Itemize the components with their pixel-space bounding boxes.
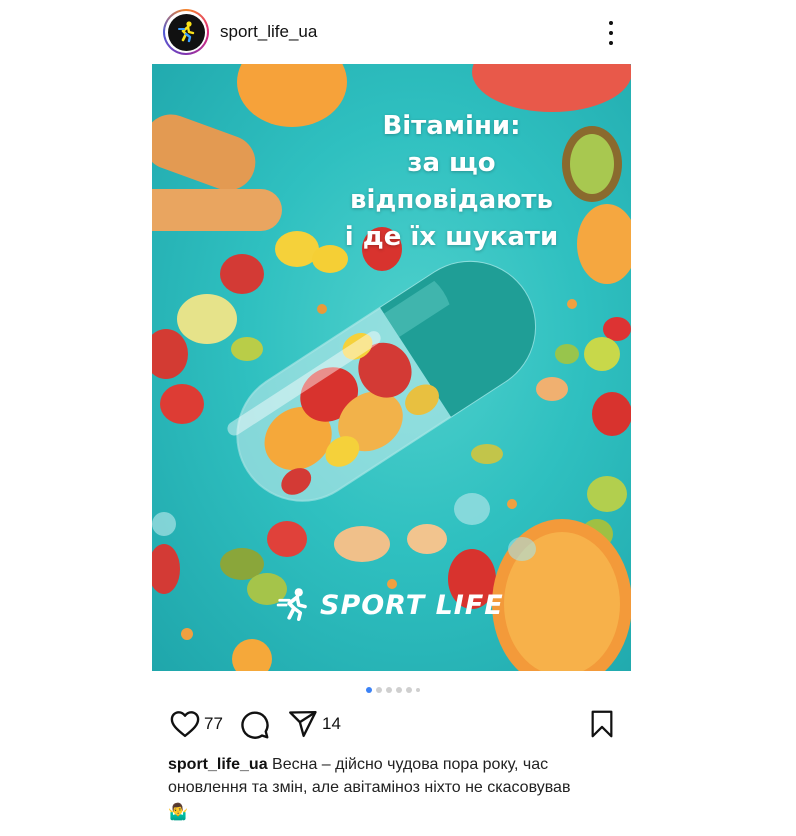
post-username[interactable]: sport_life_ua [220,22,317,42]
like-button[interactable]: 77 [170,710,223,738]
heart-icon [170,711,200,738]
comment-button[interactable] [240,710,270,740]
share-button[interactable]: 14 [288,710,341,738]
bookmark-icon [591,710,613,738]
send-icon [289,710,317,738]
runner-logo-icon [276,588,307,621]
comment-icon [241,711,269,739]
image-title-line: і де їх шукати [344,222,559,252]
carousel-dot [416,688,420,692]
brand-text: SPORT LIFE [320,589,504,621]
runner-logo-icon [167,13,205,51]
carousel-dot [406,687,412,693]
save-button[interactable] [590,710,614,738]
carousel-indicator [366,687,420,693]
avatar[interactable] [163,9,209,55]
action-bar: 77 14 [170,710,618,740]
post-header: sport_life_ua [163,9,623,55]
share-count: 14 [322,714,341,733]
shrug-emoji: 🤷‍♂️ [168,804,188,821]
caption-username[interactable]: sport_life_ua [168,756,268,773]
carousel-dot [396,687,402,693]
carousel-dot [376,687,382,693]
image-title-line: за що відповідають [350,148,553,215]
image-title-line: Вітаміни: [382,111,521,141]
post-caption: sport_life_ua Весна – дійсно чудова пора… [168,753,618,824]
carousel-dot [386,687,392,693]
brand-logo: SPORT LIFE [274,586,504,624]
like-count: 77 [204,714,223,733]
carousel-dot-active [366,687,372,693]
more-vertical-icon[interactable] [607,21,615,45]
image-title: Вітаміни: за що відповідають і де їх шук… [152,108,631,256]
post-image[interactable]: Вітаміни: за що відповідають і де їх шук… [152,64,631,671]
